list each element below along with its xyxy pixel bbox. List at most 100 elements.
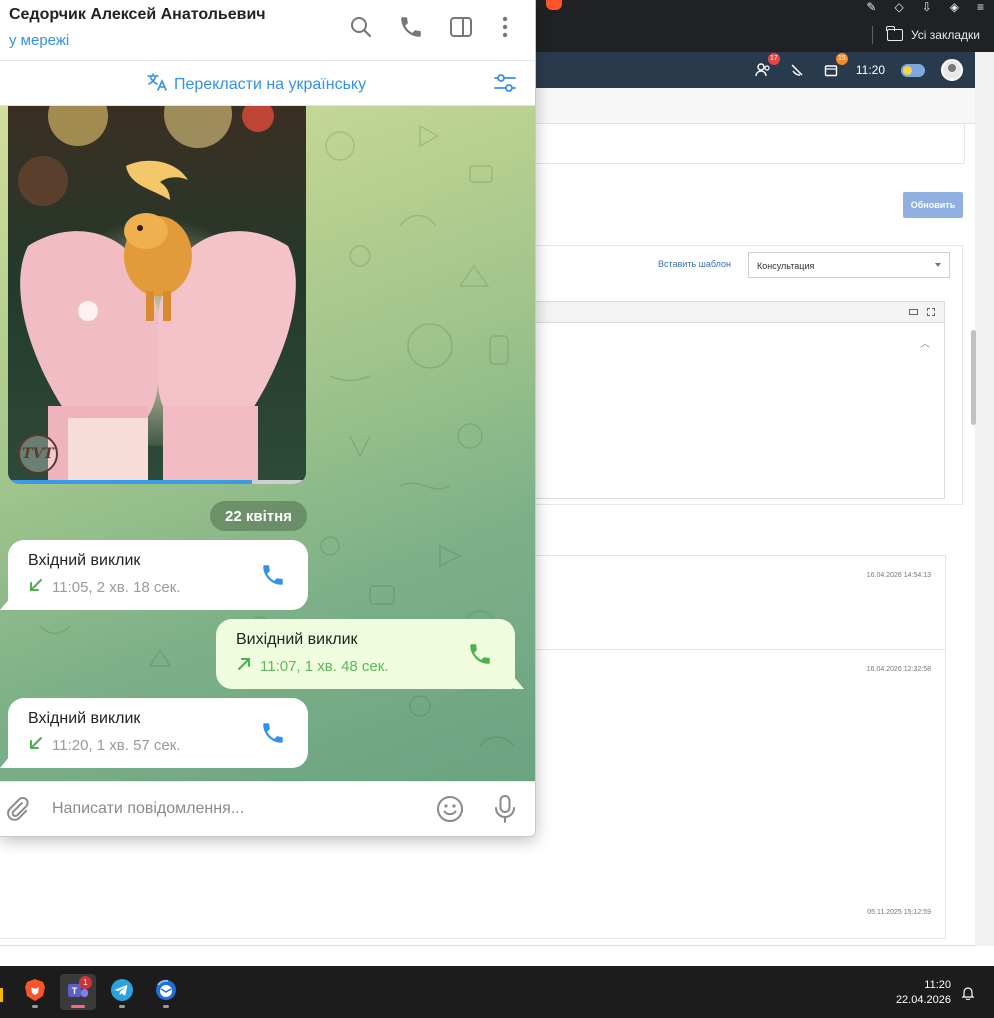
running-indicator: [119, 1005, 125, 1008]
taskbar-thunderbird[interactable]: [148, 974, 184, 1010]
calendar-icon[interactable]: 15: [822, 53, 848, 79]
shield-icon[interactable]: ◈: [950, 0, 959, 14]
translate-button[interactable]: Перекласти на українську: [146, 72, 366, 97]
media-progress-bar: [8, 480, 306, 484]
history-item: 16.04.2026 12:32:58: [535, 649, 946, 892]
template-select-value: Консультация: [757, 261, 815, 271]
translate-settings-icon[interactable]: [493, 71, 517, 95]
telegram-window: Седорчик Алексей Анатольевич у мережі Пе…: [0, 0, 536, 837]
extension-icon[interactable]: ✎: [866, 0, 876, 14]
running-indicator: [71, 1005, 85, 1008]
window-bottom: [0, 946, 994, 966]
crm-field: [535, 124, 965, 164]
phone-off-icon[interactable]: [788, 61, 806, 79]
fullscreen-icon[interactable]: [927, 308, 935, 316]
editor-toolbar: [535, 301, 945, 323]
date-separator: 22 квітня: [210, 501, 307, 531]
call-message-incoming[interactable]: Вхідний виклик 11:20, 1 хв. 57 сек.: [8, 698, 308, 768]
call-message-incoming[interactable]: Вхідний виклик 11:05, 2 хв. 18 сек.: [8, 540, 308, 610]
photo-message[interactable]: TVT: [8, 106, 306, 484]
system-clock[interactable]: 11:20 22.04.2026: [896, 978, 951, 1008]
media-progress-fill: [8, 480, 253, 484]
screen: ✎ ◇ ⇩ ◈ ≡ Усі закладки 17 15 11:20 Обнов…: [0, 0, 994, 1018]
telegram-icon: [110, 978, 134, 1007]
brave-icon: [24, 978, 46, 1007]
taskbar-teams[interactable]: T 1: [60, 974, 96, 1010]
download-icon[interactable]: ⇩: [922, 0, 932, 14]
menu-icon[interactable]: ≡: [977, 0, 984, 14]
contacts-icon[interactable]: 17: [754, 53, 780, 79]
history-item: 16.04.2026 14:54:13: [535, 555, 946, 650]
puzzle-icon[interactable]: ◇: [894, 0, 903, 14]
running-indicator: [163, 1005, 169, 1008]
more-icon[interactable]: [492, 14, 518, 40]
call-title: Вхідний виклик: [28, 552, 141, 569]
translate-icon: [146, 72, 168, 97]
watermark-logo: TVT: [18, 434, 58, 474]
call-meta: 11:20, 1 хв. 57 сек.: [28, 735, 181, 755]
history-timestamp: 05.11.2025 15:12:59: [867, 909, 931, 916]
call-message-outgoing[interactable]: Вихідний виклик 11:07, 1 хв. 48 сек.: [216, 619, 515, 689]
teams-badge: 1: [79, 976, 92, 989]
call-title: Вихідний виклик: [236, 631, 358, 648]
update-button[interactable]: Обновить: [903, 192, 963, 218]
bookmarks-separator: [871, 26, 873, 44]
contacts-badge: 17: [767, 53, 780, 65]
chevron-up-icon[interactable]: ︿: [920, 335, 930, 350]
call-back-icon[interactable]: [260, 720, 286, 746]
clock-time: 11:20: [924, 979, 951, 991]
taskbar-telegram[interactable]: [104, 974, 140, 1010]
browser-toolbar: ✎ ◇ ⇩ ◈ ≡: [535, 0, 994, 14]
translate-label: Перекласти на українську: [174, 75, 367, 93]
search-icon[interactable]: [348, 14, 374, 40]
arrow-down-left-icon: [28, 735, 44, 755]
insert-template-link[interactable]: Вставить шаблон: [658, 259, 731, 269]
call-time-duration: 11:20, 1 хв. 57 сек.: [52, 736, 181, 754]
keyboard-icon[interactable]: [909, 309, 918, 315]
call-back-icon[interactable]: [260, 562, 286, 588]
paperclip-icon[interactable]: [4, 796, 30, 822]
page-scrollbar[interactable]: [975, 52, 994, 962]
call-meta: 11:07, 1 хв. 48 сек.: [236, 656, 389, 676]
history-item: 05.11.2025 15:12:59: [0, 891, 946, 939]
call-time-duration: 11:05, 2 хв. 18 сек.: [52, 578, 181, 596]
chat-header: Седорчик Алексей Анатольевич у мережі: [0, 0, 535, 61]
chat-area[interactable]: TVT 22 квітня Вхідний виклик 11:05, 2 хв…: [0, 106, 535, 781]
sidebar-toggle-icon[interactable]: [448, 14, 474, 40]
contact-status: у мережі: [9, 32, 70, 49]
bookmarks-bar: Усі закладки: [535, 20, 994, 50]
phone-icon[interactable]: [398, 14, 424, 40]
scrollbar-thumb[interactable]: [971, 330, 976, 425]
all-bookmarks-link[interactable]: Усі закладки: [911, 28, 980, 42]
template-select[interactable]: Консультация: [748, 252, 950, 278]
clock-date: 22.04.2026: [895, 994, 951, 1006]
translate-bar: Перекласти на українську: [0, 61, 535, 106]
thunderbird-icon: [154, 978, 178, 1007]
crm-header: 17 15 11:20: [535, 52, 975, 88]
call-back-icon[interactable]: [467, 641, 493, 667]
call-meta: 11:05, 2 хв. 18 сек.: [28, 577, 181, 597]
arrow-up-right-icon: [236, 656, 252, 676]
chevron-down-icon: [935, 263, 941, 267]
calendar-badge: 15: [835, 53, 848, 65]
smiley-icon[interactable]: [436, 795, 464, 823]
svg-text:T: T: [72, 986, 78, 996]
notification-bell-icon[interactable]: [961, 986, 975, 1001]
history-timestamp: 16.04.2026 14:54:13: [866, 572, 931, 579]
running-indicator: [32, 1005, 38, 1008]
message-input[interactable]: [52, 794, 412, 824]
arrow-down-left-icon: [28, 577, 44, 597]
call-title: Вхідний виклик: [28, 710, 141, 727]
microphone-icon[interactable]: [492, 794, 518, 824]
history-timestamp: 16.04.2026 12:32:58: [866, 666, 931, 673]
call-time-duration: 11:07, 1 хв. 48 сек.: [260, 657, 389, 675]
contact-name[interactable]: Седорчик Алексей Анатольевич: [9, 6, 266, 24]
message-composer: [0, 781, 535, 836]
theme-toggle[interactable]: [901, 63, 925, 77]
taskbar-brave[interactable]: [17, 974, 53, 1010]
taskbar-app-partial[interactable]: [0, 988, 3, 1002]
folder-icon: [886, 26, 903, 41]
avatar[interactable]: [941, 59, 963, 81]
editor-textarea[interactable]: ︿: [535, 323, 945, 499]
header-time: 11:20: [855, 63, 885, 77]
